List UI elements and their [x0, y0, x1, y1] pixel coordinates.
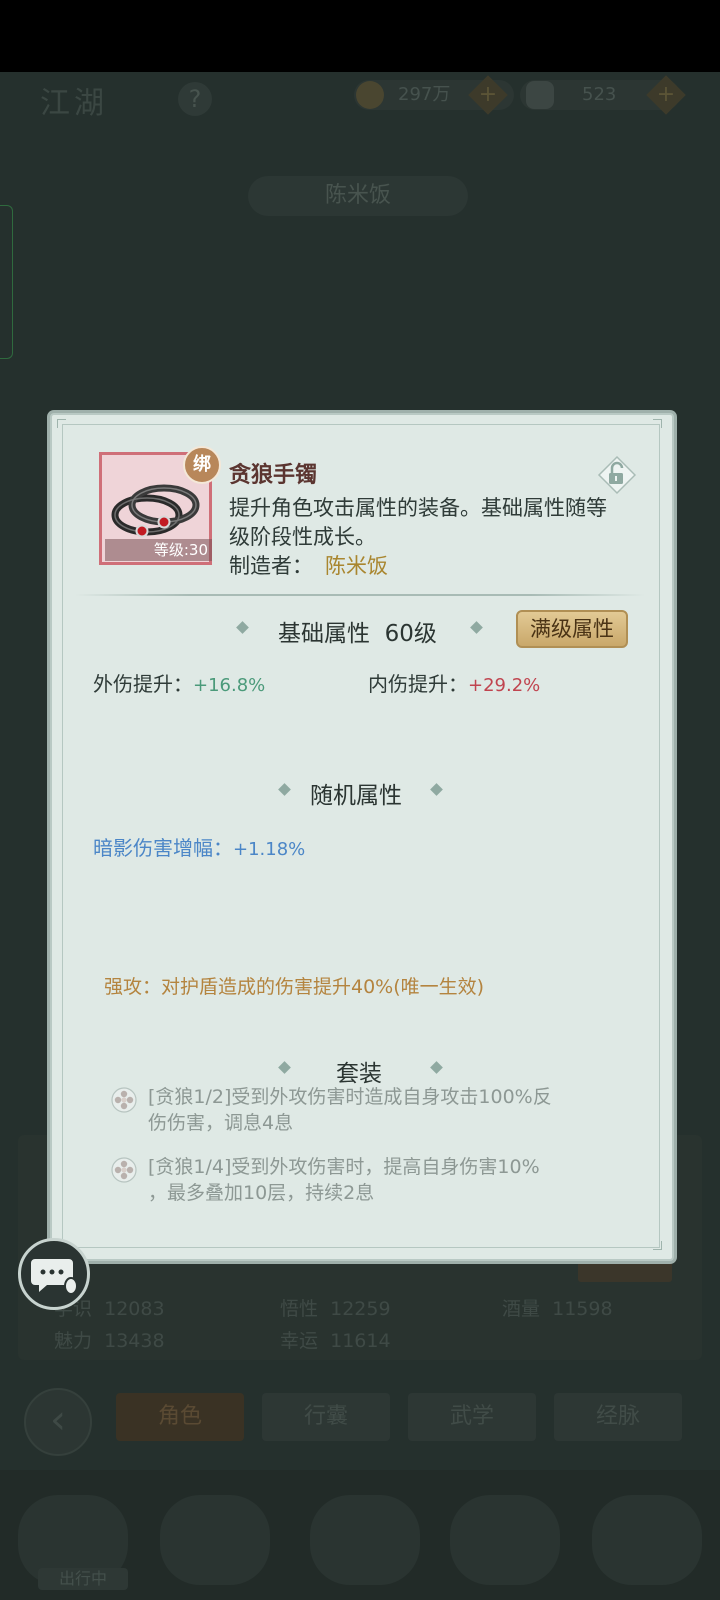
travel-status-label: 出行中 [38, 1568, 128, 1590]
random-attributes-title: 随机属性 [310, 783, 402, 809]
tab-meridians[interactable]: 经脉 [554, 1393, 682, 1441]
corner-ornament [653, 1241, 662, 1250]
maker-name: 陈米饭 [325, 554, 388, 578]
item-description: 提升角色攻击属性的装备。基础属性随等级阶段性成长。 [229, 496, 607, 549]
chat-button[interactable] [18, 1238, 90, 1310]
unlock-icon[interactable] [597, 455, 637, 495]
character-name-plate: 陈米饭 [248, 176, 468, 216]
tab-martial-arts[interactable]: 武学 [408, 1393, 536, 1441]
internal-damage-stat: 内伤提升：+29.2% [368, 672, 541, 696]
silver-ingot-icon [526, 81, 554, 109]
nav-star-icon[interactable] [310, 1495, 420, 1585]
stat-wuxing: 悟性 12259 [280, 1298, 391, 1320]
tab-character[interactable]: 角色 [116, 1393, 244, 1441]
shadow-damage-stat: 暗影伤害增幅：+1.18% [93, 836, 306, 860]
header-divider [75, 594, 645, 596]
item-level-label: 等级:30 [105, 539, 212, 561]
set-title: 套装 [336, 1061, 382, 1087]
add-copper-icon[interactable]: + [468, 75, 508, 115]
base-attributes-title: 基础属性 60级 [278, 621, 437, 647]
tab-bag[interactable]: 行囊 [262, 1393, 390, 1441]
bound-badge: 绑 [183, 446, 221, 484]
set-piece-icon [111, 1087, 137, 1113]
set-effect-2: [贪狼1/4]受到外攻伤害时，提高自身伤害10% ，最多叠加10层，持续2息 [148, 1156, 540, 1204]
silver-amount: 523 [582, 84, 617, 105]
external-damage-stat: 外伤提升：+16.8% [93, 672, 266, 696]
side-panel-tab[interactable] [0, 205, 13, 359]
set-effect-1: [贪狼1/2]受到外攻伤害时造成自身攻击100%反 伤伤害，调息4息 [148, 1086, 552, 1134]
copper-amount: 297万 [398, 84, 451, 105]
max-level-attributes-button[interactable]: 满级属性 [516, 610, 628, 648]
add-silver-icon[interactable]: + [646, 75, 686, 115]
nav-bird-icon[interactable] [160, 1495, 270, 1585]
help-icon[interactable]: ? [178, 82, 212, 116]
stat-xingyun: 幸运 11614 [280, 1330, 391, 1352]
item-name: 贪狼手镯 [229, 463, 318, 488]
maker-label: 制造者： [229, 554, 313, 578]
coin-icon [356, 81, 384, 109]
stat-meili: 魅力 13438 [54, 1330, 165, 1352]
stat-jiuliang: 酒量 11598 [502, 1298, 613, 1320]
back-button[interactable]: ‹ [24, 1388, 92, 1456]
jianghu-title: 江湖 [40, 86, 108, 121]
corner-ornament [57, 419, 66, 428]
status-bar [0, 0, 720, 72]
set-piece-icon [111, 1157, 137, 1183]
corner-ornament [653, 419, 662, 428]
chat-bubble-icon [31, 1259, 78, 1295]
nav-basket-icon[interactable] [592, 1495, 702, 1585]
nav-scene-icon[interactable] [450, 1495, 560, 1585]
special-effect-text: 强攻：对护盾造成的伤害提升40%(唯一生效) [104, 976, 485, 998]
